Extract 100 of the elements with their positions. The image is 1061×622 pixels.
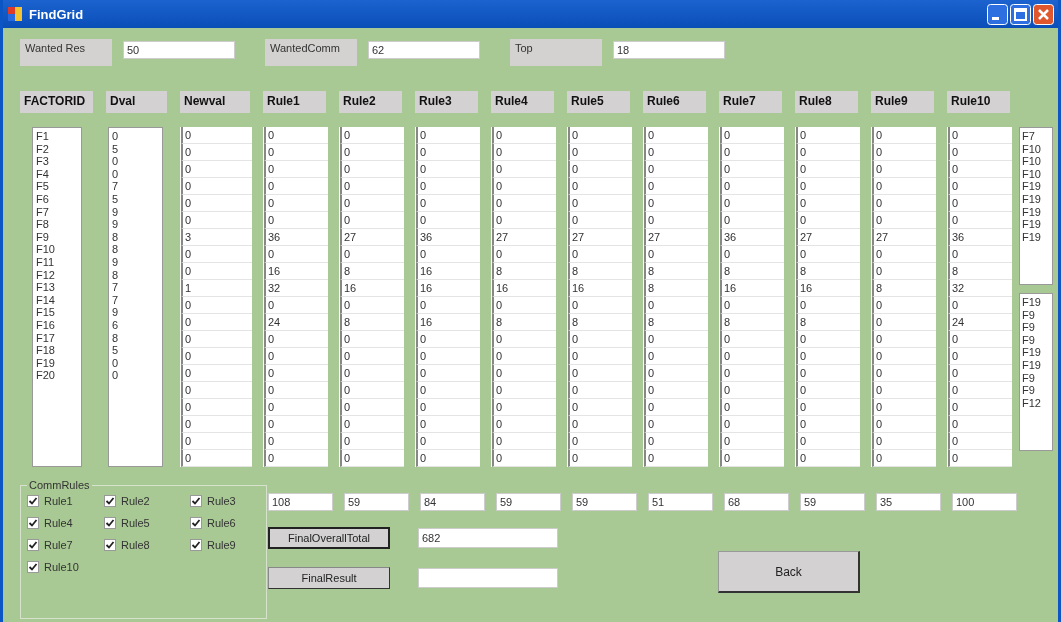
- grid-cell[interactable]: 0: [720, 144, 784, 161]
- list-item[interactable]: F6: [36, 192, 78, 206]
- checkbox[interactable]: [190, 539, 202, 551]
- list-item[interactable]: F19: [1022, 230, 1050, 244]
- grid-cell[interactable]: 0: [492, 144, 556, 161]
- checkbox-label[interactable]: Rule2: [121, 495, 150, 507]
- grid-cell[interactable]: 0: [264, 365, 328, 382]
- list-item[interactable]: F15: [36, 306, 78, 319]
- grid-cell[interactable]: 0: [264, 127, 328, 144]
- checkbox[interactable]: [190, 495, 202, 507]
- grid-cell[interactable]: 8: [568, 314, 632, 331]
- grid-cell[interactable]: 0: [720, 399, 784, 416]
- total-field[interactable]: 59: [344, 493, 409, 511]
- list-item[interactable]: F9: [1022, 371, 1050, 385]
- grid-cell[interactable]: 0: [796, 127, 860, 144]
- grid-cell[interactable]: 0: [644, 399, 708, 416]
- list-item[interactable]: F9: [36, 230, 78, 244]
- grid-cell[interactable]: 0: [181, 433, 252, 450]
- grid-cell[interactable]: 0: [416, 178, 480, 195]
- grid-cell[interactable]: 0: [948, 365, 1012, 382]
- grid-cell[interactable]: 8: [720, 263, 784, 280]
- grid-cell[interactable]: 0: [796, 450, 860, 467]
- grid-cell[interactable]: 0: [181, 195, 252, 212]
- list-item[interactable]: F9: [1022, 308, 1050, 322]
- grid-cell[interactable]: 0: [568, 212, 632, 229]
- grid-cell[interactable]: 0: [872, 331, 936, 348]
- grid-cell[interactable]: 0: [340, 399, 404, 416]
- grid-cell[interactable]: 0: [948, 178, 1012, 195]
- list-item[interactable]: 0: [112, 155, 159, 168]
- grid-cell[interactable]: 0: [872, 212, 936, 229]
- list-item[interactable]: F19: [1022, 346, 1050, 359]
- checkbox-label[interactable]: Rule7: [44, 539, 73, 551]
- grid-cell[interactable]: 0: [948, 331, 1012, 348]
- checkbox[interactable]: [104, 495, 116, 507]
- grid-cell[interactable]: 0: [568, 450, 632, 467]
- grid-cell[interactable]: 8: [796, 263, 860, 280]
- grid-cell[interactable]: 0: [948, 348, 1012, 365]
- grid-cell[interactable]: 0: [181, 399, 252, 416]
- grid-cell[interactable]: 16: [492, 280, 556, 297]
- grid-cell[interactable]: 0: [340, 348, 404, 365]
- list-item[interactable]: F3: [36, 155, 78, 168]
- grid-cell[interactable]: 0: [340, 246, 404, 263]
- grid-cell[interactable]: 8: [568, 263, 632, 280]
- grid-cell[interactable]: 0: [181, 127, 252, 144]
- grid-cell[interactable]: 0: [416, 246, 480, 263]
- grid-cell[interactable]: 0: [644, 195, 708, 212]
- grid-cell[interactable]: 0: [492, 331, 556, 348]
- grid-cell[interactable]: 0: [181, 331, 252, 348]
- grid-cell[interactable]: 0: [720, 195, 784, 212]
- grid-cell[interactable]: 0: [568, 127, 632, 144]
- grid-cell[interactable]: 0: [796, 297, 860, 314]
- grid-cell[interactable]: 24: [264, 314, 328, 331]
- grid-cell[interactable]: 0: [264, 212, 328, 229]
- total-field[interactable]: 108: [268, 493, 333, 511]
- grid-cell[interactable]: 0: [416, 399, 480, 416]
- grid-cell[interactable]: 8: [340, 314, 404, 331]
- checkbox-label[interactable]: Rule9: [207, 539, 236, 551]
- list-item[interactable]: F11: [36, 255, 78, 269]
- total-field[interactable]: 59: [496, 493, 561, 511]
- maximize-icon[interactable]: [1010, 3, 1031, 25]
- grid-cell[interactable]: 0: [644, 365, 708, 382]
- grid-cell[interactable]: 0: [644, 416, 708, 433]
- list-item[interactable]: F19: [1022, 218, 1050, 231]
- list-item[interactable]: F19: [1022, 192, 1050, 206]
- list-item[interactable]: 9: [112, 306, 159, 319]
- total-field[interactable]: 59: [800, 493, 865, 511]
- list-item[interactable]: 7: [112, 281, 159, 294]
- grid-cell[interactable]: 0: [264, 416, 328, 433]
- result-list-box[interactable]: F7 F10 F10 F10 F19 F19 F19 F19 F19: [1019, 127, 1053, 285]
- grid-cell[interactable]: 8: [340, 263, 404, 280]
- grid-cell[interactable]: 0: [568, 399, 632, 416]
- grid-cell[interactable]: 32: [264, 280, 328, 297]
- grid-cell[interactable]: 0: [644, 144, 708, 161]
- grid-cell[interactable]: 0: [492, 450, 556, 467]
- grid-cell[interactable]: 0: [492, 161, 556, 178]
- grid-cell[interactable]: 0: [416, 212, 480, 229]
- grid-cell[interactable]: 0: [492, 365, 556, 382]
- list-item[interactable]: F8: [36, 218, 78, 231]
- grid-cell[interactable]: 0: [340, 365, 404, 382]
- grid-cell[interactable]: 1: [181, 280, 252, 297]
- grid-cell[interactable]: 0: [264, 433, 328, 450]
- grid-cell[interactable]: 0: [796, 331, 860, 348]
- grid-cell[interactable]: 0: [340, 382, 404, 399]
- overall-total-field[interactable]: 682: [418, 528, 558, 548]
- grid-cell[interactable]: 0: [796, 246, 860, 263]
- grid-cell[interactable]: 0: [720, 416, 784, 433]
- grid-cell[interactable]: 0: [416, 348, 480, 365]
- grid-cell[interactable]: 0: [568, 246, 632, 263]
- grid-cell[interactable]: 0: [872, 450, 936, 467]
- grid-cell[interactable]: 0: [181, 416, 252, 433]
- grid-cell[interactable]: 0: [340, 416, 404, 433]
- grid-cell[interactable]: 0: [181, 263, 252, 280]
- grid-cell[interactable]: 0: [796, 382, 860, 399]
- list-item[interactable]: 7: [112, 180, 159, 193]
- grid-cell[interactable]: 0: [720, 161, 784, 178]
- grid-cell[interactable]: 36: [416, 229, 480, 246]
- grid-cell[interactable]: 0: [340, 450, 404, 467]
- grid-cell[interactable]: 0: [872, 348, 936, 365]
- list-item[interactable]: 0: [112, 356, 159, 370]
- grid-cell[interactable]: 0: [181, 212, 252, 229]
